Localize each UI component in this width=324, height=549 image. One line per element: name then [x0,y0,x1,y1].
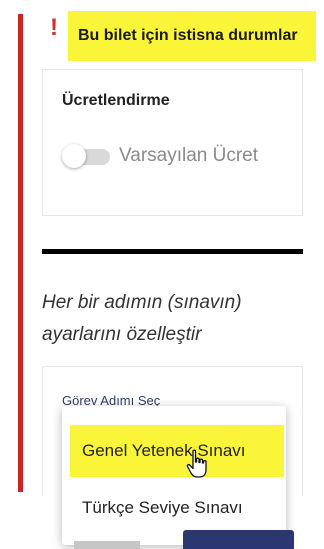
step-settings-description: Her bir adımın (sınavın) ayarlarını özel… [42,292,242,345]
alert-accent-bar [18,14,23,492]
secondary-action-button[interactable] [74,541,140,549]
option-turkish-level-exam[interactable]: Türkçe Seviye Sınavı [70,482,284,534]
option-general-aptitude-exam[interactable]: Genel Yetenek Sınavı [70,425,284,477]
toggle-knob [62,144,86,168]
default-fee-toggle[interactable] [62,143,112,171]
exclamation-icon: ! [50,14,58,41]
banner-text: Bu bilet için istisna durumlar [78,27,298,44]
step-dropdown-menu: Genel Yetenek Sınavı Türkçe Seviye Sınav… [62,406,286,545]
default-fee-label: Varsayılan Ücret [119,145,259,166]
primary-action-button[interactable] [183,530,294,549]
pricing-title: Ücretlendirme [62,92,170,109]
hand-pointer-icon [186,449,207,478]
section-divider [42,249,303,254]
exception-banner: Bu bilet için istisna durumlar [68,11,316,61]
pricing-card: Ücretlendirme Varsayılan Ücret [42,69,303,216]
